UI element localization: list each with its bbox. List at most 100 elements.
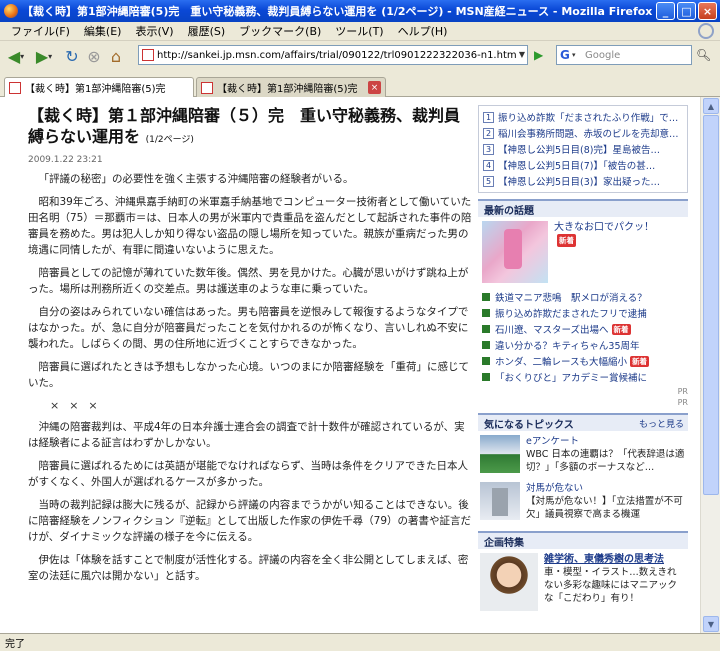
scrollbar-thumb[interactable]	[703, 115, 719, 495]
trend-item[interactable]: 鉄道マニア悲鳴 駅メロが消える？	[482, 289, 684, 305]
window-title: 【裁く時】第1部沖縄陪審(5)完 重い守秘義務、裁判員縛らない運用を (1/2ペ…	[22, 5, 653, 18]
topics-title: 気になるトピックス	[484, 419, 574, 431]
trend-item[interactable]: 違い分かる？キティちゃん35周年	[482, 337, 684, 353]
trend-link[interactable]: 違い分かる？キティちゃん35周年	[495, 338, 640, 352]
topic-item[interactable]: 対馬が危ない 【対馬が危ない！】「立法措置が不可欠」議員視察で高まる機運	[478, 478, 688, 525]
article: 【裁く時】第１部沖縄陪審（５）完 重い守秘義務、裁判員縛らない運用を (1/2ペ…	[28, 105, 474, 584]
more-link[interactable]: もっと見る	[639, 417, 684, 430]
back-button[interactable]: ◀ ▾	[6, 46, 26, 66]
status-text: 完了	[5, 639, 25, 650]
ranking-item[interactable]: 4 【神恩し公判5日目(7)】「被告の甚…	[483, 157, 683, 173]
close-button[interactable]: ×	[698, 2, 717, 20]
window-title-bar[interactable]: 【裁く時】第1部沖縄陪審(5)完 重い守秘義務、裁判員縛らない運用を (1/2ペ…	[0, 0, 720, 22]
trend-item[interactable]: 石川遼、マスターズ出場へ 新着	[482, 321, 684, 337]
ranking-item[interactable]: 3 【神恩し公判5日目(8)完】星島被告…	[483, 141, 683, 157]
ranking-link[interactable]: 【神恩し公判5日目(3)】家出疑った…	[498, 174, 660, 188]
trend-link[interactable]: 「おくりびと」アカデミー賞候補に	[495, 370, 647, 384]
menu-help[interactable]: ヘルプ(H)	[391, 23, 455, 39]
ranking-item[interactable]: 2 稲川会事務所問題、赤坂のビルを売却意…	[483, 125, 683, 141]
menu-history[interactable]: 履歴(S)	[181, 23, 233, 39]
trend-link[interactable]: 鉄道マニア悲鳴 駅メロが消える？	[495, 290, 647, 304]
topic-link[interactable]: 大きなお口でパクッ！	[554, 222, 654, 233]
topic-photo[interactable]	[482, 221, 548, 283]
menu-file[interactable]: ファイル(F)	[4, 23, 77, 39]
article-paragraph: 当時の裁判記録は膨大に残るが、記録から評議の内容までうかがい知ることはできない。…	[28, 499, 472, 543]
topic-photo[interactable]	[480, 482, 520, 520]
feature-header: 企画特集	[478, 531, 688, 549]
topic-desc[interactable]: WBC 日本の連覇は？「代表辞退は適切？」「多額のボーナスなど…	[526, 448, 686, 474]
vertical-scrollbar[interactable]: ▲ ▼	[700, 97, 720, 633]
throbber-icon	[698, 23, 714, 39]
forward-button[interactable]: ▶ ▾	[34, 46, 54, 66]
trend-link[interactable]: ホンダ、二輪レースも大幅縮小	[495, 354, 627, 368]
chevron-down-icon[interactable]: ▾	[48, 52, 52, 61]
bullet-icon	[482, 341, 490, 349]
scroll-down-icon[interactable]: ▼	[703, 616, 719, 632]
home-button[interactable]: ⌂	[106, 46, 126, 66]
menu-view[interactable]: 表示(V)	[128, 23, 180, 39]
ranking-link[interactable]: 【神恩し公判5日目(7)】「被告の甚…	[498, 158, 655, 172]
minimize-button[interactable]: _	[656, 2, 675, 20]
menu-edit[interactable]: 編集(E)	[77, 23, 129, 39]
ranking-item[interactable]: 1 振り込め詐欺「だまされたふり作戦」で…	[483, 109, 683, 125]
topic-item[interactable]: eアンケート WBC 日本の連覇は？「代表辞退は適切？」「多額のボーナスなど…	[478, 431, 688, 478]
search-placeholder: Google	[585, 49, 621, 61]
bullet-icon	[482, 293, 490, 301]
topic-title[interactable]: 対馬が危ない	[526, 482, 686, 495]
article-paragraph: 昭和39年ごろ、沖縄県嘉手納町の米軍嘉手納基地でコンピューター技術者として働いて…	[28, 196, 472, 256]
ranking-link[interactable]: 振り込め詐欺「だまされたふり作戦」で…	[498, 110, 678, 124]
navigation-toolbar: ◀ ▾ ▶ ▾ ↻ ⊗ ⌂ http://sankei.jp.msn.com/aff…	[0, 41, 720, 71]
feature-photo[interactable]	[480, 553, 538, 611]
menu-bookmarks[interactable]: ブックマーク(B)	[232, 23, 328, 39]
ranking-link[interactable]: 稲川会事務所問題、赤坂のビルを売却意…	[498, 126, 679, 140]
rank-number: 1	[483, 111, 494, 123]
article-headline: 【裁く時】第１部沖縄陪審（５）完 重い守秘義務、裁判員縛らない運用を (1/2ペ…	[28, 105, 474, 151]
ranking-item[interactable]: 5 【神恩し公判5日目(3)】家出疑った…	[483, 173, 683, 189]
chevron-down-icon[interactable]: ▾	[572, 51, 576, 59]
topics-section: 気になるトピックス もっと見る eアンケート WBC 日本の連覇は？「代表辞退は…	[478, 413, 688, 525]
sidebar: 1 振り込め詐欺「だまされたふり作戦」で… 2 稲川会事務所問題、赤坂のビルを売却意…	[478, 105, 688, 615]
feature-item[interactable]: 雑学術、東儀秀樹の思考法 車・模型・イラスト…数えきれない多彩な趣味にはマニアッ…	[478, 549, 688, 615]
stop-button[interactable]: ⊗	[84, 46, 104, 66]
tab-label: 【裁く時】第1部沖縄陪審(5)完 重い守秘...	[25, 84, 175, 95]
pr-label: PR	[677, 387, 688, 396]
trend-item[interactable]: 振り込め詐欺だまされたフリで逮捕	[482, 305, 684, 321]
go-button[interactable]: ▶	[534, 48, 548, 62]
site-favicon-icon	[9, 82, 21, 94]
reload-button[interactable]: ↻	[62, 46, 82, 66]
page-content: 【裁く時】第１部沖縄陪審（５）完 重い守秘義務、裁判員縛らない運用を (1/2ペ…	[0, 97, 700, 633]
section-divider: ×××	[50, 399, 108, 412]
site-favicon-icon	[142, 49, 154, 61]
ranking-list: 1 振り込め詐欺「だまされたふり作戦」で… 2 稲川会事務所問題、赤坂のビルを売却意…	[478, 105, 688, 193]
chevron-down-icon[interactable]: ▾	[20, 52, 24, 61]
latest-topic-main[interactable]: 大きなお口でパクッ！ 新着	[478, 217, 688, 287]
feature-title[interactable]: 雑学術、東儀秀樹の思考法	[544, 553, 686, 566]
bullet-icon	[482, 325, 490, 333]
trend-item[interactable]: ホンダ、二輪レースも大幅縮小 新着	[482, 353, 684, 369]
pr-label: PR	[677, 398, 688, 407]
topic-photo[interactable]	[480, 435, 520, 473]
tab-article-2[interactable]: 【裁く時】第1部沖縄陪審(5)完 重い... ×	[196, 77, 386, 97]
article-date: 2009.1.22 23:21	[28, 155, 103, 165]
new-badge: 新着	[557, 234, 576, 247]
trend-link[interactable]: 石川遼、マスターズ出場へ	[495, 322, 609, 336]
close-tab-icon[interactable]: ×	[368, 81, 381, 94]
bullet-icon	[482, 373, 490, 381]
chevron-down-icon[interactable]: ▼	[519, 50, 525, 59]
maximize-button[interactable]: □	[677, 2, 696, 20]
search-input[interactable]: G ▾ Google	[556, 45, 692, 65]
tab-article-1[interactable]: 【裁く時】第1部沖縄陪審(5)完 重い守秘...	[4, 77, 194, 97]
new-badge: 新着	[630, 355, 650, 367]
trend-link[interactable]: 振り込め詐欺だまされたフリで逮捕	[495, 306, 647, 320]
search-icon[interactable]: 🔍︎	[696, 48, 711, 62]
topic-desc[interactable]: 【対馬が危ない！】「立法措置が不可欠」議員視察で高まる機運	[526, 495, 686, 521]
google-icon[interactable]: G	[560, 48, 570, 62]
scroll-up-icon[interactable]: ▲	[703, 98, 719, 114]
rank-number: 2	[483, 127, 494, 139]
article-paragraph: 陪審員としての記憶が薄れていた数年後。偶然、男を見かけた。心臓が思いがけず跳ね上…	[28, 267, 469, 295]
url-bar[interactable]: http://sankei.jp.msn.com/affairs/trial/0…	[138, 45, 528, 65]
topic-title[interactable]: eアンケート	[526, 435, 686, 448]
menu-tools[interactable]: ツール(T)	[328, 23, 390, 39]
trend-item[interactable]: 「おくりびと」アカデミー賞候補に	[482, 369, 684, 385]
ranking-link[interactable]: 【神恩し公判5日目(8)完】星島被告…	[498, 142, 660, 156]
